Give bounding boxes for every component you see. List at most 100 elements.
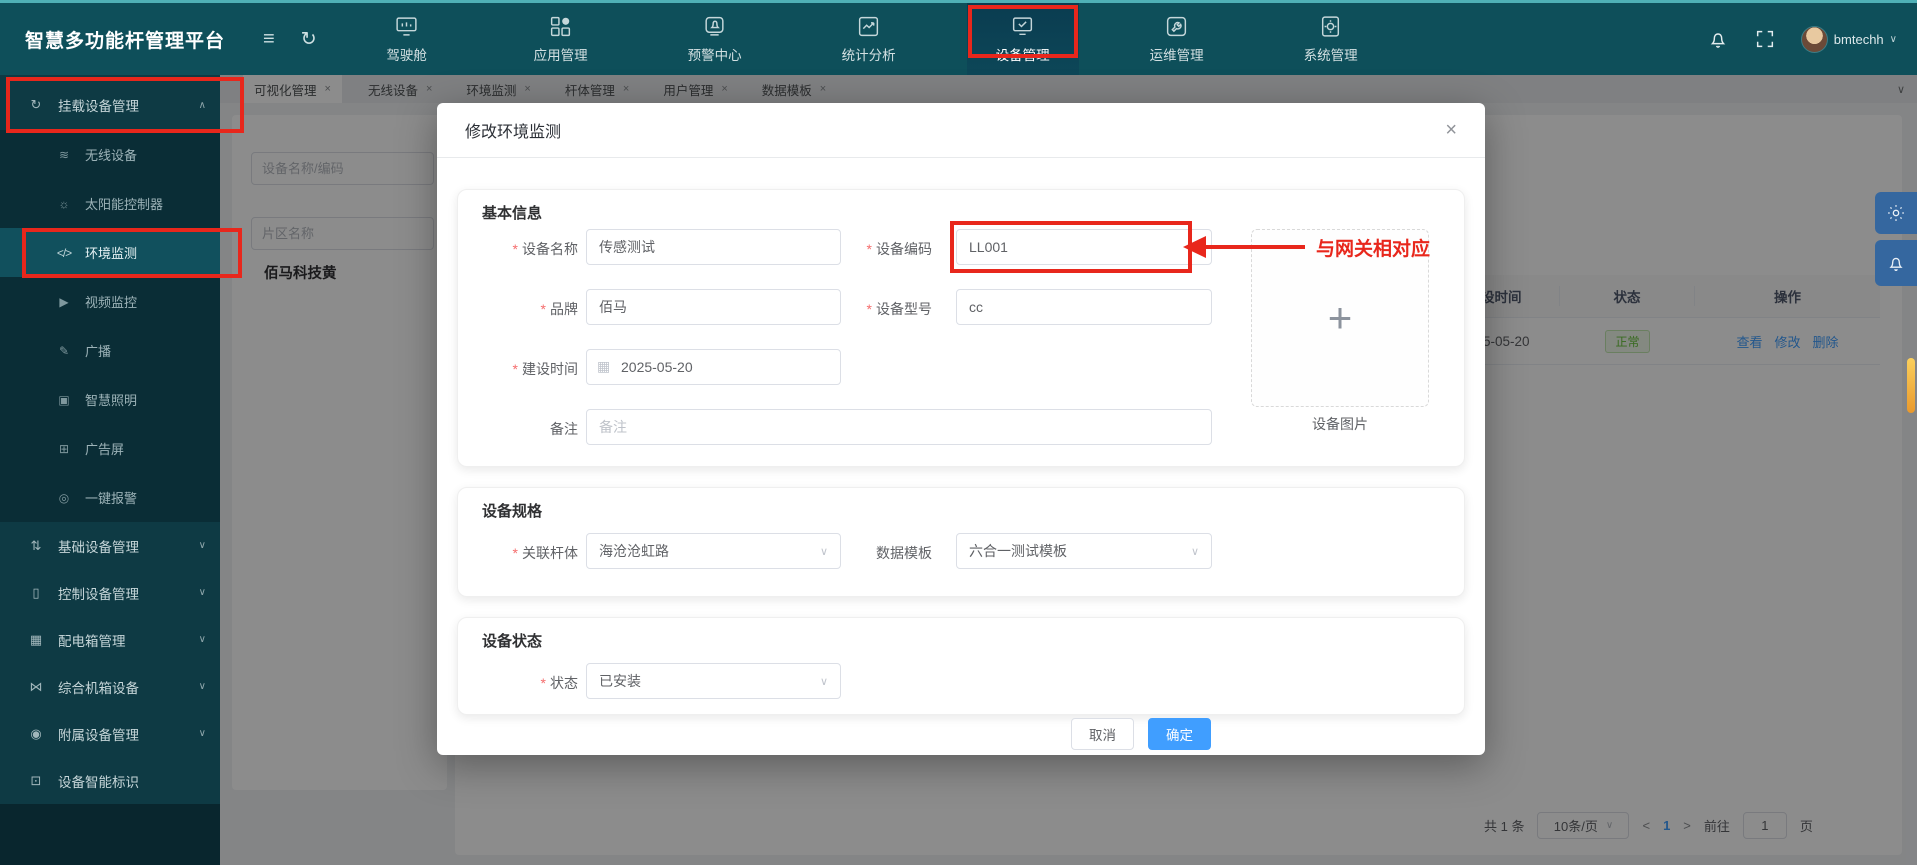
menu-collapse-icon[interactable]: ≡	[263, 29, 275, 49]
avatar	[1801, 26, 1828, 53]
bell-icon	[1886, 253, 1906, 273]
device-name-input[interactable]	[586, 229, 841, 265]
cabinet-icon: ⋈	[24, 679, 48, 695]
annotation-gateway-note: 与网关相对应	[1316, 234, 1430, 261]
app-root: 可视化管理 × 无线设备 × 环境监测 × 杆体管理 × 用户管理 × 数据模板…	[0, 0, 1917, 865]
sidebar-item-smart-id[interactable]: ⊡ 设备智能标识	[0, 757, 220, 804]
device-code-label: 设备编码	[816, 239, 932, 259]
sidebar-item-env-monitor[interactable]: </> 环境监测	[0, 228, 220, 277]
sidebar-group-cabinet-devices[interactable]: ⋈ 综合机箱设备 ∨	[0, 663, 220, 710]
play-icon: ▶	[52, 295, 76, 309]
sidebar-footer	[0, 804, 220, 865]
sidebar-group-attached-devices[interactable]: ◉ 附属设备管理 ∨	[0, 710, 220, 757]
chevron-down-icon: ∨	[199, 728, 206, 739]
template-value: 六合一测试模板	[969, 541, 1067, 561]
stats-icon	[856, 14, 881, 39]
confirm-button[interactable]: 确定	[1148, 718, 1211, 750]
nav-item-system-mgmt[interactable]: 系统管理	[1275, 3, 1387, 75]
nav-item-stats[interactable]: 统计分析	[813, 3, 925, 75]
nav-item-device-mgmt[interactable]: 设备管理	[967, 3, 1079, 75]
chevron-down-icon: ∨	[199, 634, 206, 645]
nav-label: 运维管理	[1150, 44, 1204, 64]
device-status-card: 设备状态 状态 已安装 ∨	[457, 617, 1465, 715]
bell-icon[interactable]	[1707, 28, 1729, 50]
top-bar-right: bmtechh ∨	[1707, 26, 1897, 53]
nav-label: 统计分析	[842, 44, 896, 64]
top-bar: 智慧多功能杆管理平台 ≡ ↻ 驾驶舱 应用管理 预警中心	[0, 0, 1917, 75]
build-time-input[interactable]	[586, 349, 841, 385]
alerts-fab-button[interactable]	[1875, 240, 1917, 286]
chevron-down-icon: ∨	[820, 675, 828, 688]
sidebar-item-one-key-alarm[interactable]: ◎ 一键报警	[0, 473, 220, 522]
sidebar-item-label: 广播	[85, 341, 111, 360]
build-time-label: 建设时间	[462, 359, 578, 379]
nav-label: 预警中心	[688, 44, 742, 64]
status-label: 状态	[462, 673, 578, 693]
template-select[interactable]: 六合一测试模板 ∨	[956, 533, 1212, 569]
nav-label: 系统管理	[1304, 44, 1358, 64]
sidebar-submenu: ≋ 无线设备 ☼ 太阳能控制器 </> 环境监测 ▶ 视频监控 ✎ 广播 ▣	[0, 130, 220, 522]
nav-item-alert-center[interactable]: 预警中心	[659, 3, 771, 75]
brand-input[interactable]	[586, 289, 841, 325]
brand-label: 品牌	[462, 299, 578, 319]
user-name: bmtechh	[1834, 32, 1884, 47]
section-title-spec: 设备规格	[482, 500, 542, 521]
user-menu[interactable]: bmtechh ∨	[1801, 26, 1897, 53]
ops-icon	[1164, 14, 1189, 39]
modal-footer: 取消 确定	[457, 718, 1211, 750]
build-time-field: ▦	[586, 349, 841, 385]
nav-label: 驾驶舱	[386, 44, 427, 64]
refresh-icon[interactable]: ↻	[301, 30, 317, 49]
cancel-button[interactable]: 取消	[1071, 718, 1134, 750]
sidebar-item-broadcast[interactable]: ✎ 广播	[0, 326, 220, 375]
chevron-down-icon: ∨	[199, 587, 206, 598]
sidebar-item-label: 视频监控	[85, 292, 137, 311]
sidebar-item-ad-screen[interactable]: ⊞ 广告屏	[0, 424, 220, 473]
template-label: 数据模板	[816, 543, 932, 563]
sidebar-group-power-box[interactable]: ▦ 配电箱管理 ∨	[0, 616, 220, 663]
pole-select[interactable]: 海沧沧虹路 ∨	[586, 533, 841, 569]
sidebar-item-smart-lighting[interactable]: ▣ 智慧照明	[0, 375, 220, 424]
alarm-icon: ◎	[52, 491, 76, 505]
annotation-box-env-monitor	[22, 228, 242, 278]
sidebar-group-label: 附属设备管理	[58, 724, 139, 744]
sidebar-group-base-devices[interactable]: ⇅ 基础设备管理 ∨	[0, 522, 220, 569]
smart-id-icon: ⊡	[24, 773, 48, 789]
top-nav: 驾驶舱 应用管理 预警中心 统计分析	[351, 3, 1429, 75]
scrollbar-thumb[interactable]	[1907, 358, 1915, 413]
status-value: 已安装	[599, 671, 641, 691]
pole-label: 关联杆体	[462, 543, 578, 563]
fullscreen-icon[interactable]	[1754, 28, 1776, 50]
modal-header: 修改环境监测 ×	[437, 103, 1485, 158]
annotation-box-device-code	[950, 221, 1192, 273]
app-title: 智慧多功能杆管理平台	[25, 26, 225, 53]
sidebar-item-label: 智慧照明	[85, 390, 137, 409]
close-icon[interactable]: ×	[1445, 120, 1457, 140]
system-icon	[1318, 14, 1343, 39]
device-code-field	[956, 229, 1212, 265]
section-title-basic: 基本信息	[482, 202, 542, 223]
remark-input[interactable]	[586, 409, 1212, 445]
sidebar-item-solar-controller[interactable]: ☼ 太阳能控制器	[0, 179, 220, 228]
sidebar-group-mounted-devices[interactable]: ↻ 挂载设备管理 ∧	[0, 80, 220, 130]
base-device-icon: ⇅	[24, 538, 48, 554]
sidebar-group-label: 控制设备管理	[58, 583, 139, 603]
camera-icon: ◉	[24, 726, 48, 742]
dashboard-icon	[394, 14, 419, 39]
sidebar-item-wireless[interactable]: ≋ 无线设备	[0, 130, 220, 179]
control-device-icon: ▯	[24, 585, 48, 601]
sidebar-item-video-monitor[interactable]: ▶ 视频监控	[0, 277, 220, 326]
sidebar: ↻ 挂载设备管理 ∧ ≋ 无线设备 ☼ 太阳能控制器 </> 环境监测 ▶ 视频…	[0, 75, 220, 865]
model-input[interactable]	[956, 289, 1212, 325]
edit-env-monitor-modal: 修改环境监测 × 基本信息 设备名称 设备编码 与网关相对应 品牌 设备型号 建…	[437, 103, 1485, 755]
sidebar-item-label: 一键报警	[85, 488, 137, 507]
nav-item-ops-mgmt[interactable]: 运维管理	[1121, 3, 1233, 75]
settings-fab-button[interactable]	[1875, 192, 1917, 234]
sidebar-group-label: 基础设备管理	[58, 536, 139, 556]
pole-value: 海沧沧虹路	[599, 541, 669, 561]
sidebar-group-control-devices[interactable]: ▯ 控制设备管理 ∨	[0, 569, 220, 616]
nav-item-cockpit[interactable]: 驾驶舱	[351, 3, 463, 75]
nav-item-app-mgmt[interactable]: 应用管理	[505, 3, 617, 75]
status-select[interactable]: 已安装 ∨	[586, 663, 841, 699]
chevron-down-icon: ∨	[1191, 545, 1199, 558]
